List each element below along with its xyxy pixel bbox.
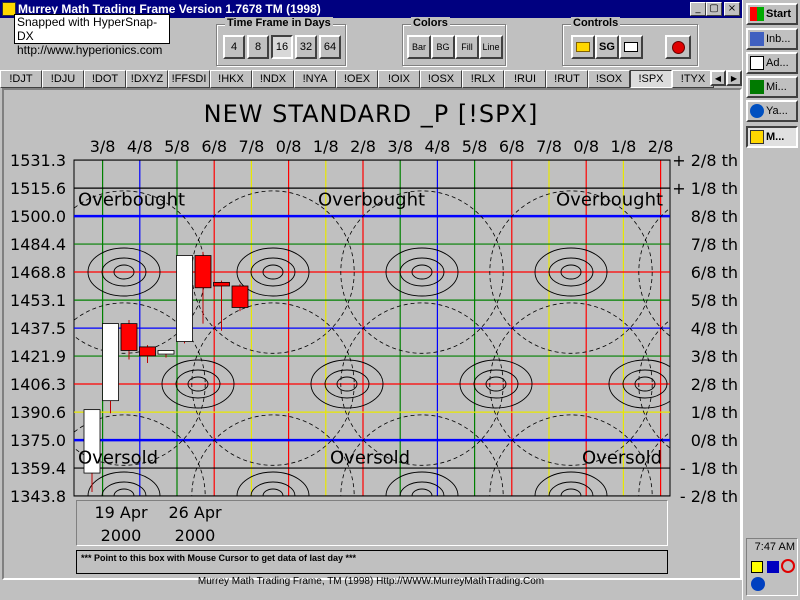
top-octave-label: 3/8 — [387, 137, 413, 156]
candle-body[interactable] — [194, 255, 212, 289]
network-icon[interactable] — [767, 561, 779, 573]
top-octave-label: 0/8 — [276, 137, 302, 156]
octave-right-label: 2/8 th — [691, 375, 738, 394]
date-day-1: 26 Apr — [168, 503, 222, 522]
taskbar: Start Inb... Ad... Mi... Ya... M... 7:47… — [742, 0, 800, 600]
octave-right-label: 5/8 th — [691, 291, 738, 310]
candle-body[interactable] — [139, 346, 156, 357]
date-label-1: 26 Apr 2000 — [160, 503, 230, 545]
price-tick-label: 1421.9 — [10, 347, 66, 366]
octave-right-label: + 1/8 th — [672, 179, 738, 198]
top-octave-label: 6/8 — [201, 137, 227, 156]
top-octave-label: 2/8 — [648, 137, 674, 156]
octave-right-label: - 1/8 th — [680, 459, 738, 478]
candle-body[interactable] — [176, 255, 193, 342]
octave-right-label: 7/8 th — [691, 235, 738, 254]
price-tick-label: 1484.4 — [10, 235, 66, 254]
taskbar-item-adobe[interactable]: Ad... — [746, 52, 798, 74]
octave-right-label: 0/8 th — [691, 431, 738, 450]
browser-icon — [750, 104, 764, 118]
top-octave-label: 3/8 — [90, 137, 116, 156]
taskbar-item-excel[interactable]: Mi... — [746, 76, 798, 98]
top-octave-label: 4/8 — [127, 137, 153, 156]
candle-body[interactable] — [102, 323, 119, 402]
candle-body[interactable] — [213, 281, 230, 287]
taskbar-item-label: M... — [766, 131, 785, 143]
octave-right-label: 8/8 th — [691, 207, 738, 226]
top-octave-label: 5/8 — [462, 137, 488, 156]
start-label: Start — [766, 8, 792, 20]
price-tick-label: 1453.1 — [10, 291, 66, 310]
candle-body[interactable] — [120, 323, 138, 351]
top-octave-label: 1/8 — [611, 137, 637, 156]
zone-label-oversold: Oversold — [330, 447, 410, 468]
zone-label-overbought: Overbought — [318, 189, 425, 210]
taskbar-item-inbox[interactable]: Inb... — [746, 28, 798, 50]
no-entry-icon[interactable] — [781, 559, 795, 573]
taskbar-item-label: Ad... — [766, 57, 789, 69]
price-tick-label: 1437.5 — [10, 319, 66, 338]
start-button[interactable]: Start — [746, 3, 798, 25]
octave-right-label: 1/8 th — [691, 403, 738, 422]
price-tick-label: 1515.6 — [10, 179, 66, 198]
inbox-icon — [750, 32, 764, 46]
candle-body[interactable] — [231, 285, 249, 308]
date-year-0: 2000 — [100, 526, 142, 545]
last-day-data-box[interactable]: *** Point to this box with Mouse Cursor … — [76, 550, 668, 574]
taskbar-item-label: Inb... — [766, 33, 791, 45]
octave-right-label: + 2/8 th — [672, 151, 738, 170]
price-tick-label: 1406.3 — [10, 375, 66, 394]
octave-right-label: 6/8 th — [691, 263, 738, 282]
price-tick-label: 1468.8 — [10, 263, 66, 282]
top-octave-label: 6/8 — [499, 137, 525, 156]
top-octave-label: 7/8 — [536, 137, 562, 156]
date-day-0: 19 Apr — [94, 503, 148, 522]
candle-body[interactable] — [157, 350, 175, 355]
price-tick-label: 1500.0 — [10, 207, 66, 226]
taskbar-item-label: Ya... — [766, 105, 788, 117]
top-octave-label: 2/8 — [350, 137, 376, 156]
excel-icon — [750, 80, 764, 94]
price-tick-label: 1343.8 — [10, 487, 66, 506]
clock[interactable]: 7:47 AM — [747, 541, 797, 553]
octave-right-label: - 2/8 th — [680, 487, 738, 506]
taskbar-item-label: Mi... — [766, 81, 787, 93]
price-tick-label: 1531.3 — [10, 151, 66, 170]
price-tick-label: 1359.4 — [10, 459, 66, 478]
octave-right-label: 4/8 th — [691, 319, 738, 338]
taskbar-item-yahoo[interactable]: Ya... — [746, 100, 798, 122]
price-tick-label: 1375.0 — [10, 431, 66, 450]
date-year-1: 2000 — [174, 526, 216, 545]
system-tray: 7:47 AM — [746, 538, 798, 596]
windows-logo-icon — [750, 7, 764, 21]
zone-label-oversold: Oversold — [78, 447, 158, 468]
top-octave-label: 5/8 — [164, 137, 190, 156]
date-label-0: 19 Apr 2000 — [86, 503, 156, 545]
top-octave-label: 1/8 — [313, 137, 339, 156]
zone-label-overbought: Overbought — [556, 189, 663, 210]
volume-icon[interactable] — [751, 561, 763, 573]
price-tick-label: 1390.6 — [10, 403, 66, 422]
footer-credit: Murrey Math Trading Frame, TM (1998) Htt… — [197, 576, 545, 587]
zone-label-oversold: Oversold — [582, 447, 662, 468]
taskbar-item-murrey[interactable]: M... — [746, 126, 798, 148]
top-octave-label: 7/8 — [239, 137, 265, 156]
octave-right-label: 3/8 th — [691, 347, 738, 366]
zone-label-overbought: Overbought — [78, 189, 185, 210]
top-octave-label: 0/8 — [573, 137, 599, 156]
murrey-app-icon — [750, 130, 764, 144]
document-icon — [750, 56, 764, 70]
eye-icon[interactable] — [751, 577, 765, 591]
top-octave-label: 4/8 — [425, 137, 451, 156]
